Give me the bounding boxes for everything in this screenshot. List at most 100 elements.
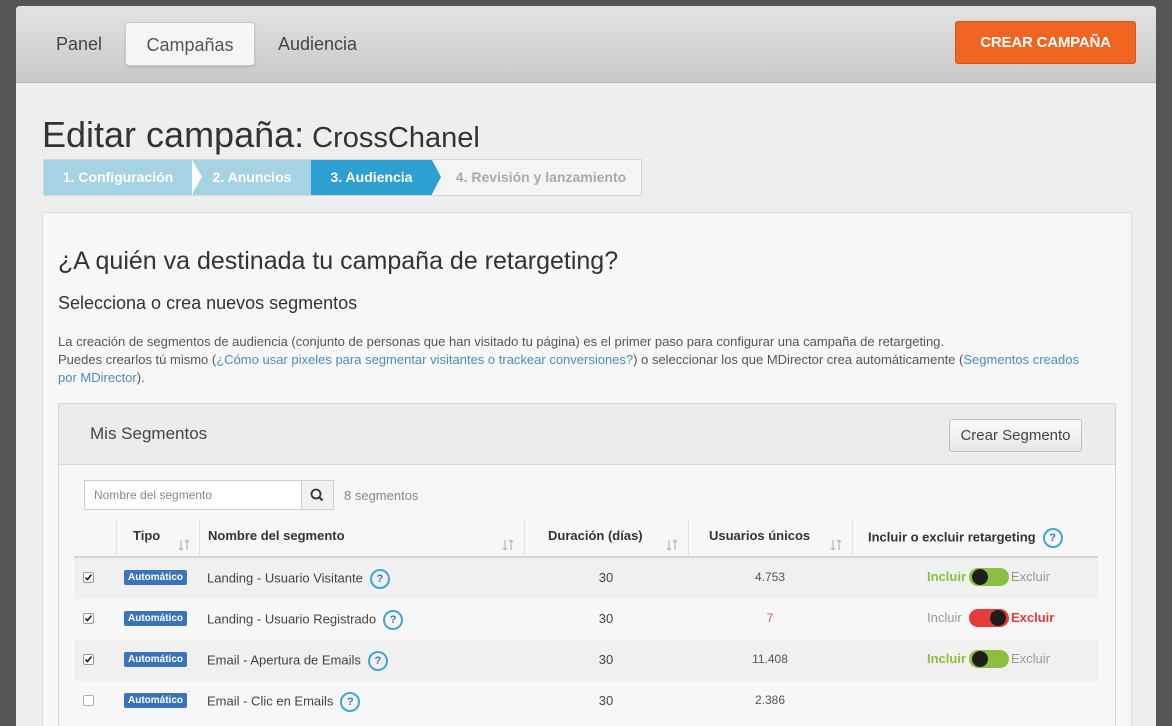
exclude-label: Excluir: [1011, 651, 1051, 666]
segment-duration: 30: [598, 570, 614, 585]
segment-duration: 30: [598, 693, 614, 708]
segments-subheading: Selecciona o crea nuevos segmentos: [58, 293, 358, 313]
step-audiencia[interactable]: 3. Audiencia: [311, 160, 432, 195]
checkmark-icon: [84, 615, 93, 622]
include-label: Incluir: [927, 610, 962, 625]
table-row: Automático Landing - Usuario Registrado?…: [74, 599, 1098, 640]
step-divider: [432, 160, 441, 194]
row-checkbox[interactable]: [83, 572, 94, 583]
search-button[interactable]: [301, 480, 334, 510]
segment-users: 2.386: [754, 693, 786, 707]
column-divider: [199, 520, 200, 556]
segment-count: 8 segmentos: [344, 488, 419, 503]
description: La creación de segmentos de audiencia (c…: [58, 333, 1088, 387]
segment-name: Email - Apertura de Emails?: [207, 651, 388, 671]
type-badge: Automático: [124, 611, 187, 626]
exclude-label: Excluir: [1011, 569, 1051, 584]
help-icon[interactable]: ?: [1042, 528, 1063, 548]
segment-duration: 30: [598, 611, 614, 626]
segment-name-text: Landing - Usuario Registrado: [207, 611, 377, 627]
segments-panel-title: Mis Segmentos: [90, 424, 208, 443]
column-divider: [688, 520, 689, 556]
segments-panel: Mis Segmentos Crear Segmento 8 segmentos…: [58, 403, 1116, 726]
segment-name: Landing - Usuario Visitante?: [207, 569, 390, 589]
segment-users: 7: [766, 611, 774, 625]
app-window: Panel Campañas Audiencia CREAR CAMPAÑA E…: [16, 6, 1156, 726]
exclude-label: Excluir: [1011, 610, 1055, 625]
toggle-switch[interactable]: [969, 609, 1009, 627]
step-anuncios[interactable]: 2. Anuncios: [193, 160, 311, 195]
nav-tab-audiencia[interactable]: Audiencia: [258, 22, 377, 66]
include-exclude-toggle[interactable]: Incluir Excluir: [917, 650, 1057, 670]
segments-panel-header: Mis Segmentos Crear Segmento: [59, 404, 1115, 465]
wizard-steps: 1. Configuración 2. Anuncios 3. Audienci…: [43, 159, 642, 196]
help-icon[interactable]: ?: [367, 651, 388, 671]
description-text: ).: [136, 370, 145, 385]
column-header-duracion[interactable]: Duración (días): [548, 528, 643, 543]
type-badge: Automático: [124, 570, 187, 585]
step-revision[interactable]: 4. Revisión y lanzamiento: [441, 160, 641, 195]
page-title-label: Editar campaña:: [42, 114, 305, 155]
toggle-knob[interactable]: [972, 651, 988, 667]
audience-card: ¿A quién va destinada tu campaña de reta…: [42, 212, 1132, 726]
row-checkbox[interactable]: [83, 654, 94, 665]
segment-name: Email - Clic en Emails?: [207, 692, 361, 712]
help-icon[interactable]: ?: [340, 692, 361, 712]
sort-icon[interactable]: [666, 538, 678, 552]
include-label: Incluir: [927, 569, 967, 584]
page-title: Editar campaña: CrossChanel: [42, 114, 480, 156]
segment-name-text: Email - Apertura de Emails: [207, 652, 361, 668]
toggle-switch[interactable]: [969, 568, 1009, 586]
description-text: ) o seleccionar los que MDirector crea a…: [633, 352, 964, 367]
create-campaign-button[interactable]: CREAR CAMPAÑA: [955, 21, 1136, 64]
checkmark-icon: [84, 656, 93, 663]
segment-search-input[interactable]: [84, 480, 302, 510]
segment-users: 11.408: [752, 652, 788, 666]
type-badge: Automático: [124, 693, 187, 708]
help-icon[interactable]: ?: [383, 610, 404, 630]
column-divider: [116, 520, 117, 556]
column-divider: [852, 520, 853, 556]
row-checkbox[interactable]: [83, 613, 94, 624]
help-icon[interactable]: ?: [369, 569, 390, 589]
segment-search: [84, 480, 334, 510]
create-segment-button[interactable]: Crear Segmento: [949, 419, 1082, 452]
step-configuracion[interactable]: 1. Configuración: [44, 160, 192, 195]
segment-name-text: Email - Clic en Emails: [207, 693, 334, 709]
include-exclude-toggle[interactable]: Incluir Excluir: [917, 568, 1057, 588]
description-text: Puedes crearlos tú mismo (: [58, 352, 217, 367]
top-nav-bar: Panel Campañas Audiencia CREAR CAMPAÑA: [16, 6, 1156, 83]
toggle-knob[interactable]: [990, 610, 1006, 626]
column-header-retargeting: Incluir o excluir retargeting?: [868, 528, 1063, 548]
pixel-help-link[interactable]: ¿Cómo usar pixeles para segmentar visita…: [216, 352, 633, 367]
column-header-nombre[interactable]: Nombre del segmento: [208, 528, 345, 543]
table-row: Automático Landing - Usuario Visitante? …: [74, 558, 1098, 599]
sort-icon[interactable]: [502, 538, 514, 552]
include-exclude-toggle[interactable]: Incluir Excluir: [917, 609, 1057, 629]
type-badge: Automático: [124, 652, 187, 667]
toggle-knob[interactable]: [972, 569, 988, 585]
column-header-tipo[interactable]: Tipo: [133, 528, 160, 543]
description-line-1: La creación de segmentos de audiencia (c…: [58, 334, 945, 349]
sort-icon[interactable]: [830, 538, 842, 552]
row-checkbox[interactable]: [83, 695, 94, 706]
nav-tab-campanas[interactable]: Campañas: [125, 22, 255, 66]
column-header-retargeting-label[interactable]: Incluir o excluir retargeting: [868, 529, 1036, 544]
segment-name: Landing - Usuario Registrado?: [207, 610, 404, 630]
nav-tab-panel[interactable]: Panel: [36, 22, 122, 66]
sort-icon[interactable]: [178, 538, 190, 552]
segment-duration: 30: [598, 652, 614, 667]
column-header-usuarios[interactable]: Usuarios únicos: [709, 528, 810, 543]
segment-name-text: Landing - Usuario Visitante: [207, 570, 363, 586]
campaign-name: CrossChanel: [312, 122, 480, 154]
segments-table-header: Tipo Nombre del segmento Duración (días)…: [74, 516, 1098, 558]
question-heading: ¿A quién va destinada tu campaña de reta…: [58, 247, 619, 275]
step-divider: [192, 160, 202, 194]
toggle-switch[interactable]: [969, 650, 1009, 668]
search-icon: [310, 488, 324, 502]
checkmark-icon: [84, 574, 93, 581]
table-row: Automático Email - Clic en Emails? 30 2.…: [74, 681, 1098, 722]
include-label: Incluir: [927, 651, 967, 666]
segment-users: 4.753: [754, 570, 786, 584]
table-row: Automático Email - Apertura de Emails? 3…: [74, 640, 1098, 681]
